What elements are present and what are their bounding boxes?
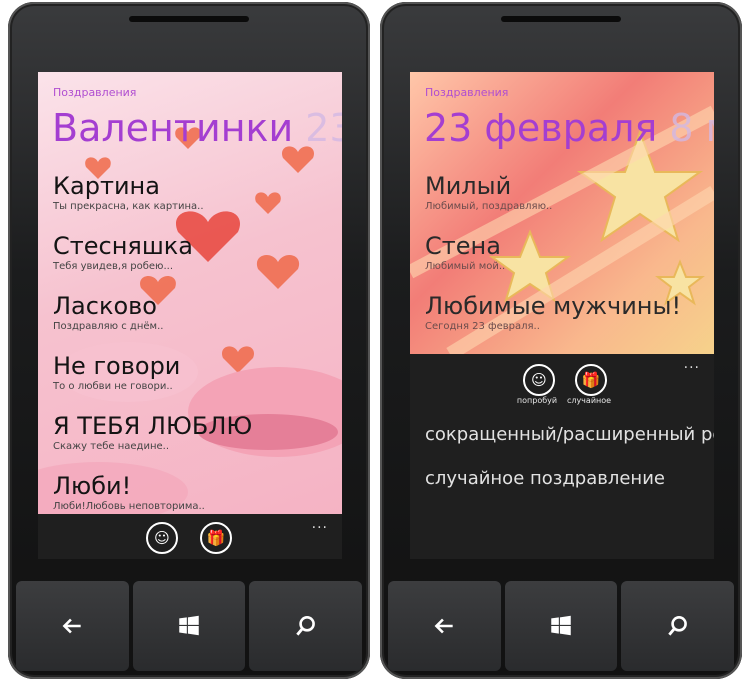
list-item-subtitle: Любимый, поздравляю.. [425, 201, 553, 212]
start-button[interactable] [132, 581, 246, 671]
random-button[interactable]: 🎁 [575, 364, 607, 396]
panorama-title-current: Валентинки [52, 106, 294, 150]
list-item[interactable]: Любимые мужчины! Сегодня 23 февраля.. [425, 292, 708, 352]
app-bar-menu: сокращенный/расширенный ре случайное поз… [425, 424, 714, 512]
right-phone: Поздравления 23 февраля 8 м Милый Любимы… [380, 2, 742, 679]
smiley-icon: ☺ [531, 371, 547, 389]
left-screen: Поздравления Валентинки 23 Картина Ты пр… [38, 72, 342, 559]
hardware-buttons [16, 581, 363, 671]
back-icon [434, 618, 453, 634]
list-item-title: Стена [425, 232, 501, 260]
list-item-title: Любимые мужчины! [425, 292, 682, 320]
list-item[interactable]: Стесняшка Тебя увидев,я робею... [53, 232, 336, 292]
list-item-title: Стесняшка [53, 232, 193, 260]
search-icon [667, 616, 687, 636]
menu-item-random[interactable]: случайное поздравление [425, 468, 714, 489]
search-button[interactable] [249, 581, 363, 671]
back-button[interactable] [388, 581, 501, 671]
list-item-subtitle: Любимый мой.. [425, 261, 506, 272]
left-phone: Поздравления Валентинки 23 Картина Ты пр… [8, 2, 370, 679]
speaker [129, 16, 249, 22]
list-item-subtitle: Люби!Любовь неповторима.. [53, 501, 205, 512]
list-item-title: Я ТЕБЯ ЛЮБЛЮ [53, 412, 253, 440]
search-icon [295, 616, 315, 636]
windows-icon [179, 615, 199, 636]
gift-icon: 🎁 [206, 529, 226, 547]
panorama-title: Валентинки 23 [52, 106, 342, 150]
app-title: Поздравления [425, 86, 509, 99]
random-button[interactable]: 🎁 [200, 522, 232, 554]
speaker [501, 16, 621, 22]
panorama-title-current: 23 февраля [424, 106, 658, 150]
start-button[interactable] [504, 581, 618, 671]
gift-icon: 🎁 [581, 371, 601, 389]
random-button-label: случайное [566, 396, 612, 405]
list-item-title: Картина [53, 172, 160, 200]
list-item-subtitle: Поздравляю с днём.. [53, 321, 164, 332]
windows-icon [551, 615, 571, 636]
menu-item-toggle-view[interactable]: сокращенный/расширенный ре [425, 424, 714, 445]
list-item-subtitle: Ты прекрасна, как картина.. [53, 201, 204, 212]
app-title: Поздравления [53, 86, 137, 99]
smiley-icon: ☺ [154, 529, 170, 547]
february-background: Поздравления 23 февраля 8 м Милый Любимы… [410, 72, 714, 354]
try-button[interactable]: ☺ [523, 364, 555, 396]
list-item-title: Милый [425, 172, 512, 200]
search-button[interactable] [621, 581, 735, 671]
back-icon [62, 618, 81, 634]
list-item-title: Люби! [53, 472, 132, 500]
right-screen: Поздравления 23 февраля 8 м Милый Любимы… [410, 72, 714, 559]
list-item-subtitle: То о любви не говори.. [53, 381, 173, 392]
panorama-title-next[interactable]: 8 м [669, 106, 714, 150]
list-item[interactable]: Ласково Поздравляю с днём.. [53, 292, 336, 352]
more-options-button[interactable]: ... [312, 516, 328, 532]
list-item[interactable]: Стена Любимый мой.. [425, 232, 708, 292]
list-item[interactable]: Картина Ты прекрасна, как картина.. [53, 172, 336, 232]
more-options-button[interactable]: ... [684, 356, 700, 372]
list-item-title: Не говори [53, 352, 181, 380]
list-item[interactable]: Я ТЕБЯ ЛЮБЛЮ Скажу тебе наедине.. [53, 412, 336, 472]
list-item-subtitle: Сегодня 23 февраля.. [425, 321, 540, 332]
panorama-title-next[interactable]: 23 [305, 106, 342, 150]
hardware-buttons [388, 581, 735, 671]
panorama-title: 23 февраля 8 м [424, 106, 714, 150]
back-button[interactable] [16, 581, 129, 671]
app-bar: ☺ 🎁 ... [38, 514, 342, 558]
list-item[interactable]: Не говори То о любви не говори.. [53, 352, 336, 412]
february-list: Милый Любимый, поздравляю.. Стена Любимы… [425, 172, 708, 352]
valentines-list: Картина Ты прекрасна, как картина.. Стес… [53, 172, 336, 532]
try-button-label: попробуй [516, 396, 558, 405]
list-item[interactable]: Милый Любимый, поздравляю.. [425, 172, 708, 232]
valentines-background: Поздравления Валентинки 23 Картина Ты пр… [38, 72, 342, 514]
try-button[interactable]: ☺ [146, 522, 178, 554]
list-item-title: Ласково [53, 292, 157, 320]
list-item-subtitle: Скажу тебе наедине.. [53, 441, 170, 452]
list-item-subtitle: Тебя увидев,я робею... [53, 261, 174, 272]
